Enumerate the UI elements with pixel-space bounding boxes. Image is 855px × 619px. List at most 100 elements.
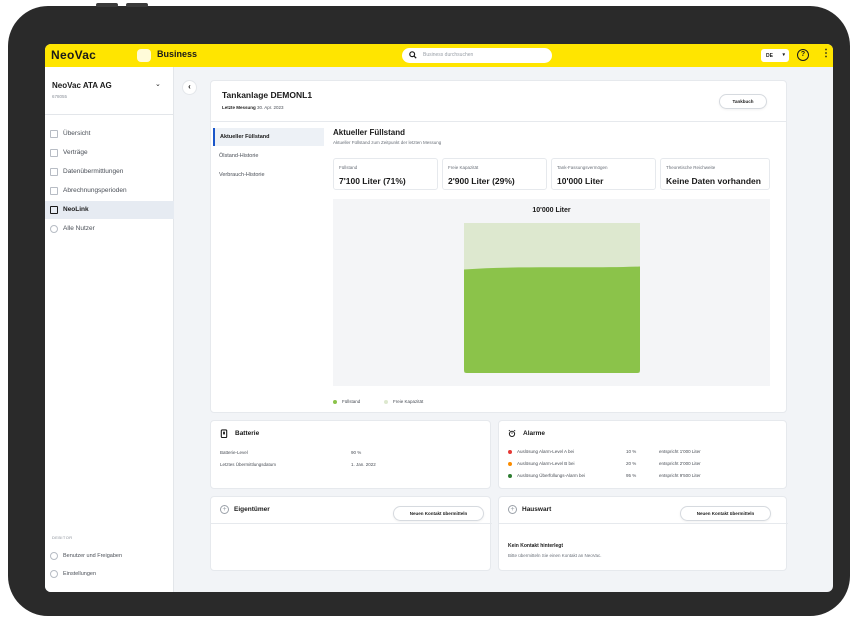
divider [211,121,787,122]
sidebar-item-einstellungen[interactable]: Einstellungen [45,566,174,582]
tank-visual: 10'000 Liter [333,199,770,386]
more-menu-icon[interactable]: ⋮ [821,48,831,59]
stat-value: Keine Daten vorhanden [666,176,761,186]
divider [45,114,174,115]
alarm-level-a-eq: entspricht 1'000 Liter [659,449,701,454]
tab-label: Aktueller Füllstand [220,134,270,140]
section-subtitle: Aktueller Füllstand zum Zeitpunkt der le… [333,140,442,145]
stat-label: Füllstand [339,165,358,170]
add-circle-icon: + [508,505,517,514]
legend-dot [333,400,337,404]
grid-icon [50,130,58,138]
users-icon [50,552,58,560]
chevron-down-icon[interactable]: ⌄ [155,80,161,88]
stat-theoretische-reichweite: Theoretische Reichweite Keine Daten vorh… [660,158,770,190]
stat-label: Tank-Fassungsvermögen [557,165,608,170]
search-input[interactable]: Business durchsuchen [402,48,552,63]
sidebar-item-benutzer-freigaben[interactable]: Benutzer und Freigaben [45,548,174,564]
section-title: Aktueller Füllstand [333,128,406,137]
sidebar-item-uebersicht[interactable]: Übersicht [45,125,174,143]
file-transfer-icon [50,168,58,176]
alarm-clock-icon [508,429,516,438]
calendar-icon [50,187,58,195]
alarm-overfill-label: Auslösung Überfüllungs-Alarm bei [517,473,586,478]
document-icon [50,149,58,157]
org-id: 678055 [52,94,68,99]
stat-value: 10'000 Liter [557,176,604,186]
tankbuch-button[interactable]: Tankbuch [719,94,767,109]
users-icon [50,225,58,233]
stat-label: Theoretische Reichweite [666,165,716,170]
tank-fill-level [464,266,640,373]
stat-value: 7'100 Liter (71%) [339,176,406,186]
sidebar-item-label: Benutzer und Freigaben [63,553,123,559]
alarm-level-a-pct: 10 % [626,449,637,454]
sidebar-item-neolink[interactable]: NeoLink [45,201,174,219]
chevron-down-icon: ▾ [782,52,785,58]
help-icon[interactable]: ? [797,49,809,61]
alarms-title: Alarme [523,430,546,437]
stat-freie-kapazitaet: Freie Kapazität 2'900 Liter (29%) [442,158,547,190]
tank-graphic [464,223,640,373]
sidebar-item-label: Alle Nutzer [63,225,95,232]
language-select[interactable]: DE ▾ [761,49,789,62]
tablet-button [126,3,148,7]
owner-card: + Eigentümer Neuen Kontakt übermitteln [210,496,492,571]
sidebar-item-abrechnungsperioden[interactable]: Abrechnungsperioden [45,182,174,200]
alarm-level-b-dot [508,462,512,466]
sidebar-item-label: Abrechnungsperioden [63,187,127,194]
tab-oelstand-historie[interactable]: Ölstand-Historie [213,147,324,165]
alarm-level-b-pct: 20 % [626,461,637,466]
alarms-card: Alarme Auslösung Alarm-Level A bei 10 % … [498,420,787,489]
sidebar-item-label: Verträge [63,149,88,156]
last-measurement-label: Letzte Messung [222,105,256,110]
alarm-overfill-dot [508,474,512,478]
business-cloud-icon [137,49,151,62]
sidebar-item-label: Einstellungen [63,571,97,577]
janitor-empty-title: Kein Kontakt hinterlegt [508,543,564,549]
janitor-new-contact-button[interactable]: Neuen Kontakt übermitteln [680,506,771,521]
gear-icon [50,570,58,578]
alarm-overfill-eq: entspricht 9'500 Liter [659,473,701,478]
sidebar-item-label: Datenübermittlungen [63,168,124,175]
janitor-title: Hauswart [522,506,552,513]
battery-icon [220,429,228,438]
tablet-button [96,3,118,7]
org-name[interactable]: NeoVac ATA AG [52,81,112,90]
alarm-level-b-eq: entspricht 2'000 Liter [659,461,701,466]
divider [499,523,788,524]
add-circle-icon: + [220,505,229,514]
divider [211,523,492,524]
last-transmission-value: 1. Jan. 2022 [351,462,376,467]
search-placeholder: Business durchsuchen [423,52,474,58]
sidebar-item-datenuebermittlungen[interactable]: Datenübermittlungen [45,163,174,181]
battery-title: Batterie [235,430,260,437]
sidebar-item-label: Übersicht [63,130,91,137]
tab-aktueller-fuellstand[interactable]: Aktueller Füllstand [213,128,324,146]
last-measurement: Letzte Messung 30. Apr. 2023 [222,105,284,110]
collapse-sidebar-button[interactable]: ‹ [182,80,197,95]
last-measurement-date: 30. Apr. 2023 [257,105,284,110]
book-icon [50,206,58,214]
sidebar-item-alle-nutzer[interactable]: Alle Nutzer [45,220,174,238]
legend-dot [384,400,388,404]
sidebar: NeoVac ATA AG ⌄ 678055 Übersicht Verträg… [45,67,174,592]
last-transmission-label: Letztes Übermittlungsdatum [220,462,277,467]
janitor-empty-subtitle: Bitte übermitteln Sie einen Kontakt an N… [508,553,602,558]
owner-title: Eigentümer [234,506,270,513]
tab-verbrauch-historie[interactable]: Verbrauch-Historie [213,166,324,184]
search-icon [409,51,417,59]
neovac-logo[interactable]: NeoVac [51,48,96,62]
alarm-overfill-pct: 95 % [626,473,637,478]
tab-label: Verbrauch-Historie [219,172,265,178]
battery-level-value: 90 % [351,450,362,455]
janitor-card: + Hauswart Neuen Kontakt übermitteln Kei… [498,496,788,571]
owner-new-contact-button[interactable]: Neuen Kontakt übermitteln [393,506,484,521]
app-screen: NeoVac Business Business durchsuchen DE … [45,44,833,592]
product-name: Business [157,49,198,59]
legend-label: Füllstand [342,399,361,404]
sidebar-item-vertraege[interactable]: Verträge [45,144,174,162]
page-title: Tankanlage DEMONL1 [222,90,313,100]
alarm-level-a-label: Auslösung Alarm-Level A bei [517,449,575,454]
battery-card: Batterie Batterie-Level 90 % Letztes Übe… [210,420,491,489]
